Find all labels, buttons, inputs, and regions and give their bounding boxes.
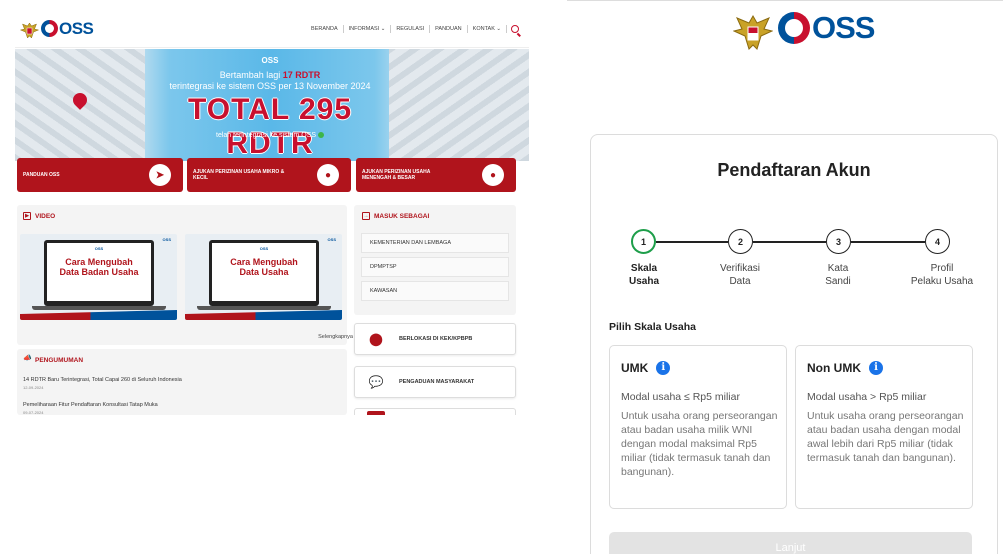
oss-logo-text: OSS xyxy=(812,10,875,45)
play-icon: ▶ xyxy=(23,212,31,220)
masuk-option[interactable]: KEMENTERIAN DAN LEMBAGA xyxy=(361,233,509,253)
perizinan-mikro-button[interactable]: AJUKAN PERIZINAN USAHA MIKRO & KECIL ● xyxy=(187,158,351,192)
info-icon[interactable]: i xyxy=(656,361,671,375)
badge-icon: ● xyxy=(482,164,504,186)
main-menu: BERANDA INFORMASI ⌄ REGULASI PANDUAN KON… xyxy=(306,25,519,33)
stepper-connector xyxy=(851,241,925,243)
partial-card xyxy=(354,408,516,415)
location-pin-icon: ⬤ xyxy=(369,332,383,346)
laptop-illustration: OSS Cara Mengubah Data Usaha xyxy=(209,240,319,306)
oss-logo-mark-icon xyxy=(778,12,810,44)
option-subtitle: Modal usaha > Rp5 miliar xyxy=(807,391,927,403)
oss-logo-mark-icon xyxy=(41,20,58,37)
top-navbar: OSS BERANDA INFORMASI ⌄ REGULASI PANDUAN… xyxy=(15,12,529,48)
oss-logo-text: OSS xyxy=(59,19,94,38)
option-title: UMK xyxy=(621,361,649,375)
option-umk-card[interactable]: UMK i Modal usaha ≤ Rp5 miliar Untuk usa… xyxy=(609,345,787,509)
lanjut-button[interactable]: Lanjut xyxy=(609,532,972,554)
page-top-border xyxy=(567,0,1003,12)
step-3-indicator: 3 xyxy=(826,229,851,254)
panduan-oss-button[interactable]: PANDUAN OSS ➤ xyxy=(17,158,183,192)
info-icon[interactable]: i xyxy=(869,361,883,375)
oss-logo[interactable]: OSS xyxy=(41,19,94,38)
stepper-connector xyxy=(656,241,728,243)
banner-text: OSS Bertambah lagi 17 RDTR terintegrasi … xyxy=(145,49,395,161)
pengumuman-heading: 📣 PENGUMUMAN xyxy=(23,355,84,364)
laptop-illustration: OSS Cara Mengubah Data Badan Usaha xyxy=(44,240,154,306)
option-description: Untuk usaha orang perseorangan atau bada… xyxy=(621,410,778,478)
badge-icon: ● xyxy=(317,164,339,186)
garuda-emblem-icon xyxy=(733,14,773,50)
oss-logo[interactable]: OSS xyxy=(778,10,875,45)
search-icon[interactable] xyxy=(511,25,519,33)
step-1-indicator: 1 xyxy=(631,229,656,254)
oss-mini-logo: OSS xyxy=(162,237,171,242)
banner-line1: Bertambah lagi 17 RDTR xyxy=(219,70,321,80)
masuk-heading: → MASUK SEBAGAI xyxy=(362,212,430,220)
step-2-label: Verifikasi Data xyxy=(719,263,760,287)
option-description: Untuk usaha orang perseorangan atau bada… xyxy=(807,410,964,464)
option-subtitle: Modal usaha ≤ Rp5 miliar xyxy=(621,391,740,403)
news-item[interactable]: Pemeliharaan Fitur Pendaftaran Konsultas… xyxy=(23,402,343,415)
video-heading: ▶ VIDEO xyxy=(23,212,55,220)
hero-banner[interactable]: OSS Bertambah lagi 17 RDTR terintegrasi … xyxy=(15,49,529,161)
nav-item-panduan[interactable]: PANDUAN xyxy=(430,25,468,33)
step-4-indicator: 4 xyxy=(925,229,950,254)
news-item[interactable]: 14 RDTR Baru Terintegrasi, Total Capai 2… xyxy=(23,377,343,390)
perizinan-menengah-button[interactable]: AJUKAN PERIZINAN USAHA MENENGAH & BESAR … xyxy=(356,158,516,192)
nav-item-kontak[interactable]: KONTAK ⌄ xyxy=(468,25,507,33)
step-1-label: Skala Usaha xyxy=(628,263,659,287)
banner-total: TOTAL 295 RDTR xyxy=(187,93,353,160)
nav-item-regulasi[interactable]: REGULASI xyxy=(391,25,431,33)
video-thumbnail[interactable]: OSS OSS Cara Mengubah Data Usaha xyxy=(185,234,342,320)
login-icon: → xyxy=(362,212,370,220)
banner-logos: OSS xyxy=(261,56,279,65)
masuk-option[interactable]: KAWASAN xyxy=(361,281,509,301)
step-2-indicator: 2 xyxy=(728,229,753,254)
garuda-emblem-icon xyxy=(19,22,40,39)
banner-line3: telah terintegrasi ke sistem OSS xyxy=(145,132,395,139)
chat-icon: 💬 xyxy=(368,375,384,389)
map-illustration xyxy=(389,49,529,161)
step-4-label: Profil Pelaku Usaha xyxy=(910,263,974,287)
video-thumbnail[interactable]: OSS OSS Cara Mengubah Data Badan Usaha xyxy=(20,234,177,320)
option-title: Non UMK xyxy=(807,361,861,375)
kek-link-card[interactable]: ⬤ BERLOKASI DI KEK/KPBPB xyxy=(354,323,516,355)
oss-homepage: OSS BERANDA INFORMASI ⌄ REGULASI PANDUAN… xyxy=(15,12,529,415)
option-non-umk-card[interactable]: Non UMK i Modal usaha > Rp5 miliar Untuk… xyxy=(795,345,973,509)
megaphone-icon: 📣 xyxy=(23,355,32,362)
masuk-option[interactable]: DPMPTSP xyxy=(361,257,509,277)
pengaduan-link-card[interactable]: 💬 PENGADUAN MASYARAKAT xyxy=(354,366,516,398)
nav-item-informasi[interactable]: INFORMASI ⌄ xyxy=(344,25,392,33)
step-3-label: Kata Sandi xyxy=(825,263,851,287)
screenshot-stage: OSS BERANDA INFORMASI ⌄ REGULASI PANDUAN… xyxy=(0,0,1003,554)
selengkapnya-link[interactable]: Selengkapnya xyxy=(318,334,353,340)
stepper-connector xyxy=(753,241,826,243)
banner-line2: terintegrasi ke sistem OSS per 13 Novemb… xyxy=(169,81,371,91)
oss-mini-logo: OSS xyxy=(327,237,336,242)
nav-item-beranda[interactable]: BERANDA xyxy=(306,25,344,33)
choose-scale-label: Pilih Skala Usaha xyxy=(609,321,696,333)
page-title: Pendaftaran Akun xyxy=(717,160,871,180)
compass-icon: ➤ xyxy=(149,164,171,186)
